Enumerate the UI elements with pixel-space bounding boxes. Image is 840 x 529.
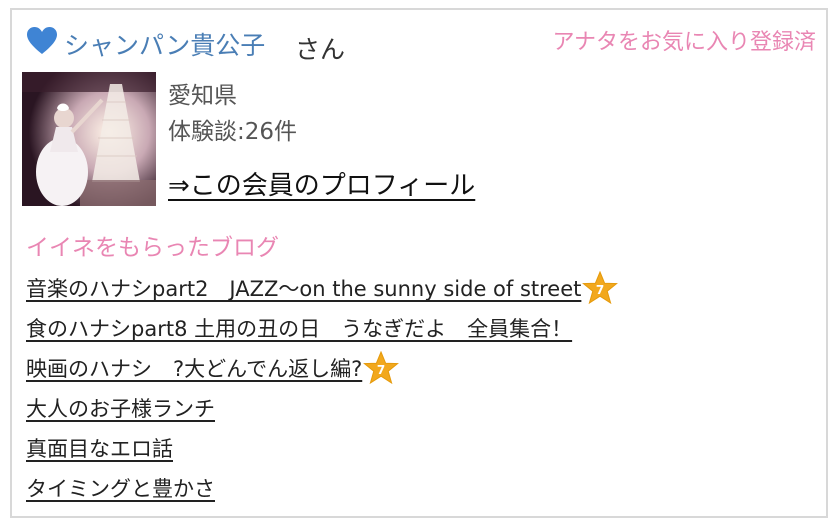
blog-link[interactable]: 食のハナシpart8 土用の丑の日 うなぎだよ 全員集合！ (26, 313, 572, 343)
member-profile-link[interactable]: ⇒この会員のプロフィール (168, 165, 475, 202)
blog-link[interactable]: タイミングと豊かさ (26, 473, 215, 503)
blog-link[interactable]: 映画のハナシ ?大どんでん返し編? (26, 353, 362, 383)
list-item: 音楽のハナシpart2 JAZZ～on the sunny side of st… (26, 268, 619, 308)
member-card: シャンパン貴公子 さん アナタをお気に入り登録済 愛知県 体験談:26件 ⇒この… (10, 8, 828, 518)
champagne-tower-photo (22, 72, 156, 206)
prefecture-text: 愛知県 (168, 83, 237, 109)
liked-blogs-list: 音楽のハナシpart2 JAZZ～on the sunny side of st… (26, 268, 619, 508)
heart-icon (27, 27, 57, 54)
member-info: 愛知県 体験談:26件 (168, 78, 297, 150)
star-badge-number: 7 (377, 363, 385, 377)
card-header: シャンパン貴公子 さん アナタをお気に入り登録済 (26, 20, 816, 64)
star-badge-number: 7 (596, 283, 604, 297)
favorite-status: アナタをお気に入り登録済 (552, 30, 816, 55)
blog-link[interactable]: 音楽のハナシpart2 JAZZ～on the sunny side of st… (26, 273, 581, 303)
blog-link[interactable]: 真面目なエロ話 (26, 433, 173, 463)
list-item: 真面目なエロ話 (26, 428, 618, 468)
star-badge-icon: 7 (363, 351, 400, 385)
star-badge-icon: 7 (582, 271, 619, 305)
list-item: 映画のハナシ ?大どんでん返し編? 7 (26, 348, 618, 388)
list-item: 食のハナシpart8 土用の丑の日 うなぎだよ 全員集合！ (26, 308, 618, 348)
member-avatar[interactable] (22, 72, 156, 206)
liked-blogs-heading: イイネをもらったブログ (26, 235, 279, 261)
honorific-text: さん (295, 35, 346, 64)
list-item: 大人のお子様ランチ (26, 388, 618, 428)
member-name-link[interactable]: シャンパン貴公子 (64, 26, 265, 62)
experience-count-text: 体験談:26件 (168, 119, 298, 145)
list-item: タイミングと豊かさ (26, 468, 618, 508)
blog-link[interactable]: 大人のお子様ランチ (26, 393, 215, 423)
